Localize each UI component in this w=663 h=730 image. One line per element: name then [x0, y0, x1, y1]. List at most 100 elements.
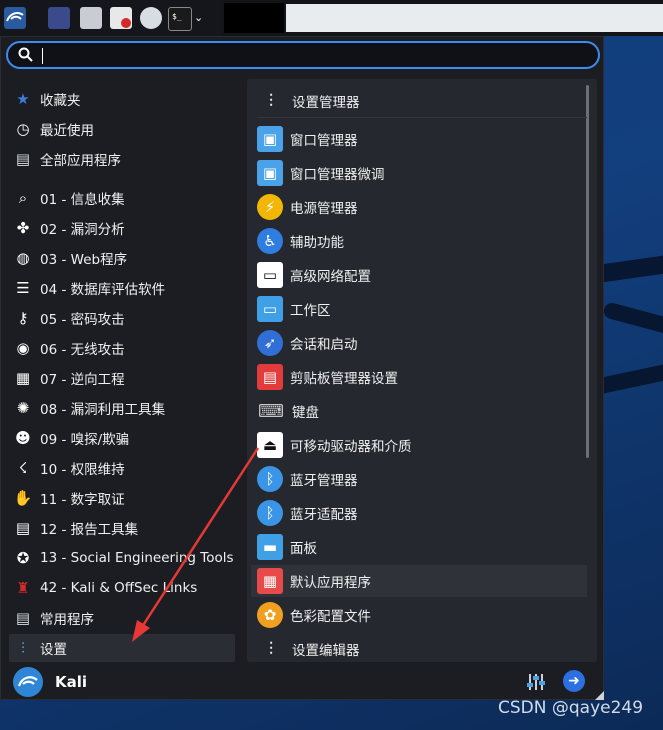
settings-item[interactable]: ⫶ 设置编辑器	[257, 633, 587, 662]
accessibility-icon: ♿	[257, 228, 283, 254]
toolbox-icon: ▤	[15, 150, 31, 168]
settings-label: 剪贴板管理器设置	[290, 371, 398, 387]
user-name: Kali	[55, 673, 88, 691]
logout-button[interactable]: ➜	[563, 670, 585, 692]
settings-label: 色彩配置文件	[290, 609, 371, 625]
kali-user-avatar	[13, 667, 43, 697]
settings-item[interactable]: ⏏ 可移动驱动器和介质	[257, 429, 587, 461]
keyboard-icon: ⌨	[258, 400, 284, 422]
power-icon: ⚡	[257, 194, 283, 220]
show-desktop-icon[interactable]	[48, 7, 70, 29]
settings-label: 设置管理器	[292, 95, 360, 111]
window-manager-icon: ▣	[257, 126, 283, 152]
mask-icon: ☻	[15, 429, 31, 447]
menu-footer: Kali ➜	[1, 665, 604, 700]
settings-item[interactable]: ▦ 默认应用程序	[251, 565, 587, 597]
settings-item[interactable]: ✿ 色彩配置文件	[257, 599, 587, 631]
category-label: 常用程序	[40, 612, 94, 628]
category-label: 07 - 逆向工程	[40, 372, 125, 388]
puzzle-icon: ✤	[16, 219, 30, 237]
logout-icon: ➜	[568, 673, 580, 689]
settings-item[interactable]: ⌨ 键盘	[257, 395, 587, 427]
settings-item[interactable]: ⫶ 设置管理器	[257, 85, 587, 118]
settings-label: 窗口管理器微调	[290, 167, 385, 183]
settings-label: 默认应用程序	[290, 575, 371, 591]
chevron-down-icon[interactable]: ⌄	[194, 11, 206, 33]
category-item[interactable]: ◉ 06 - 无线攻击	[9, 334, 235, 362]
category-item[interactable]: ✺ 08 - 漏洞利用工具集	[9, 394, 235, 422]
sliders-icon: ⫶	[268, 90, 274, 112]
category-item[interactable]: ⌕ 01 - 信息收集	[9, 184, 235, 212]
settings-label: 高级网络配置	[290, 269, 371, 285]
category-item[interactable]: ✋ 11 - 数字取证	[9, 484, 235, 512]
category-item[interactable]: ★ 收藏夹	[9, 85, 235, 113]
sliders-icon: ⫶	[268, 638, 274, 660]
eject-icon: ⏏	[257, 432, 283, 458]
search-input[interactable]	[40, 46, 584, 66]
category-item[interactable]: ▤ 12 - 报告工具集	[9, 514, 235, 542]
svg-text:$_: $_	[172, 12, 182, 21]
category-item[interactable]: ♜ 42 - Kali & OffSec Links	[9, 574, 235, 602]
settings-label: 辅助功能	[290, 235, 344, 251]
settings-label: 工作区	[290, 303, 331, 319]
sliders-icon: ⫶	[21, 639, 25, 657]
category-item[interactable]: ☰ 04 - 数据库评估软件	[9, 274, 235, 302]
settings-item[interactable]: ▭ 高级网络配置	[257, 259, 587, 291]
settings-item[interactable]: ᛒ 蓝牙适配器	[257, 497, 587, 529]
clock-icon: ◷	[16, 120, 30, 138]
settings-item[interactable]: ▤ 剪贴板管理器设置	[257, 361, 587, 393]
document-icon: ▤	[15, 519, 31, 537]
search-box[interactable]	[6, 41, 600, 69]
exploit-icon: ✺	[16, 399, 30, 417]
settings-item[interactable]: ♿ 辅助功能	[257, 225, 587, 257]
text-editor-icon[interactable]	[110, 7, 132, 29]
settings-item[interactable]: ▣ 窗口管理器	[257, 123, 587, 155]
category-item[interactable]: ▤ 常用程序	[9, 604, 235, 632]
kali-menu-icon[interactable]	[4, 7, 26, 29]
category-label: 11 - 数字取证	[40, 492, 125, 508]
application-menu: ★ 收藏夹 ◷ 最近使用 ▤ 全部应用程序 ⌕ 01 - 信息收集 ✤ 02 - 漏洞分析 ◍ 03 …	[0, 36, 604, 700]
rocket-icon: ➶	[257, 330, 283, 356]
settings-manager-button[interactable]	[525, 671, 547, 693]
kali-red-icon: ♜	[16, 579, 30, 597]
terminal-icon[interactable]: $_	[168, 7, 192, 31]
category-item[interactable]: ◷ 最近使用	[9, 115, 235, 143]
category-label: 06 - 无线攻击	[40, 342, 125, 358]
database-icon: ☰	[16, 279, 30, 297]
category-item[interactable]: ☻ 09 - 嗅探/欺骗	[9, 424, 235, 452]
panel-empty-area	[286, 4, 663, 32]
category-item[interactable]: ◍ 03 - Web程序	[9, 244, 235, 272]
file-manager-icon[interactable]	[80, 7, 102, 29]
wallpaper-stroke	[602, 301, 663, 335]
category-item[interactable]: ⫶ 设置	[9, 634, 235, 662]
settings-item[interactable]: ⚡ 电源管理器	[257, 191, 587, 223]
workspace-icon: ▭	[257, 296, 283, 322]
category-item[interactable]: ▦ 07 - 逆向工程	[9, 364, 235, 392]
category-item[interactable]: ▤ 全部应用程序	[9, 145, 235, 173]
key-icon: ⚷	[17, 309, 29, 327]
category-item[interactable]: ✤ 02 - 漏洞分析	[9, 214, 235, 242]
settings-item[interactable]: ▬ 面板	[257, 531, 587, 563]
category-item[interactable]: ☇ 10 - 权限维持	[9, 454, 235, 482]
category-list: ★ 收藏夹 ◷ 最近使用 ▤ 全部应用程序 ⌕ 01 - 信息收集 ✤ 02 - 漏洞分析 ◍ 03 …	[1, 77, 241, 667]
text-cursor	[42, 48, 43, 64]
settings-label: 键盘	[292, 405, 319, 421]
bluetooth-icon: ᛒ	[257, 466, 283, 492]
window-tweaks-icon: ▣	[257, 160, 283, 186]
chip-icon: ▦	[15, 369, 31, 387]
web-browser-icon[interactable]	[140, 7, 162, 29]
settings-item[interactable]: ▭ 工作区	[257, 293, 587, 325]
settings-item[interactable]: ➶ 会话和启动	[257, 327, 587, 359]
wireless-icon: ◉	[16, 339, 30, 357]
category-item[interactable]: ✪ 13 - Social Engineering Tools	[9, 544, 235, 572]
settings-label: 会话和启动	[290, 337, 358, 353]
category-item[interactable]: ⚷ 05 - 密码攻击	[9, 304, 235, 332]
clipboard-icon: ▤	[257, 364, 283, 390]
taskbar-window[interactable]	[224, 3, 284, 33]
category-label: 02 - 漏洞分析	[40, 222, 125, 238]
settings-item[interactable]: ▣ 窗口管理器微调	[257, 157, 587, 189]
category-label: 12 - 报告工具集	[40, 522, 139, 538]
settings-label: 面板	[290, 541, 317, 557]
settings-item[interactable]: ᛒ 蓝牙管理器	[257, 463, 587, 495]
category-label: 09 - 嗅探/欺骗	[40, 432, 130, 448]
